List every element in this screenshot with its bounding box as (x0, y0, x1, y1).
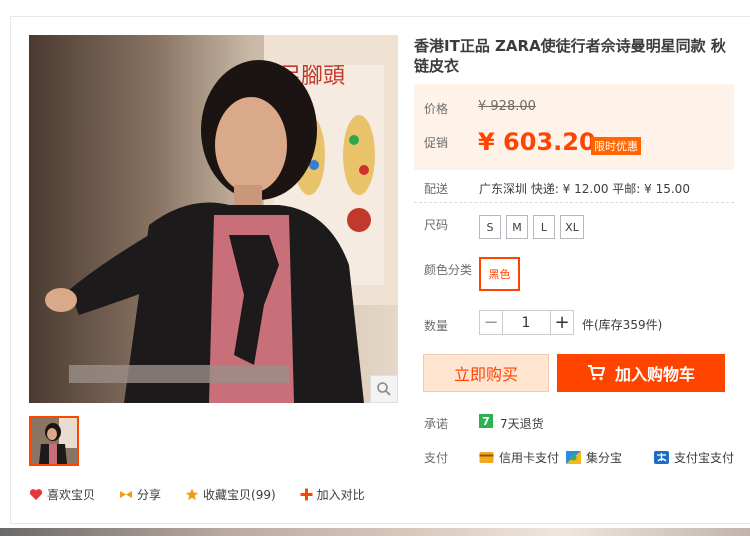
credit-card-icon (479, 452, 494, 463)
add-to-cart-button[interactable]: 加入购物车 (557, 354, 725, 392)
share-icon (120, 491, 133, 498)
shipping-info: 广东深圳 快递: ¥ 12.00 平邮: ¥ 15.00 (479, 182, 690, 196)
compare-label: 加入对比 (316, 488, 365, 502)
payment-jifenbao-label: 集分宝 (586, 451, 623, 465)
compare-button[interactable]: 加入对比 (300, 486, 365, 503)
color-label: 颜色分类 (424, 263, 473, 277)
like-label: 喜欢宝贝 (47, 488, 96, 502)
shipping-label: 配送 (424, 182, 449, 196)
color-option-selected[interactable]: 黑色 (479, 257, 520, 291)
zoom-button[interactable] (370, 375, 398, 403)
product-thumbnail[interactable] (29, 416, 79, 466)
payment-alipay-label: 支付宝支付 (674, 451, 735, 465)
promo-price: ¥ 603.20 (478, 128, 596, 156)
jifenbao-icon (566, 451, 581, 464)
share-button[interactable]: 分享 (119, 486, 161, 503)
magnifier-icon (377, 382, 391, 396)
price-box (414, 84, 734, 170)
promo-price-label: 促销 (424, 136, 449, 150)
size-option-s[interactable]: S (479, 215, 501, 239)
promise-text[interactable]: 7天退货 (500, 415, 544, 432)
alipay-icon (654, 451, 669, 464)
promo-tag: 限时优惠 (591, 137, 641, 155)
payment-jifenbao[interactable]: 集分宝 (566, 449, 622, 466)
size-option-l[interactable]: L (533, 215, 555, 239)
payment-credit-card-label: 信用卡支付 (499, 451, 560, 465)
like-button[interactable]: 喜欢宝贝 (29, 486, 95, 503)
quantity-increase-button[interactable]: + (550, 310, 574, 335)
payment-credit-card[interactable]: 信用卡支付 (479, 449, 559, 466)
size-option-xl[interactable]: XL (560, 215, 584, 239)
buy-now-button[interactable]: 立即购买 (423, 354, 549, 392)
original-price: ¥ 928.00 (478, 99, 536, 114)
page-bottom-strip (0, 528, 750, 536)
quantity-decrease-button[interactable]: − (479, 310, 503, 335)
social-bar: 喜欢宝贝 分享 收藏宝贝(99) 加入对比 (29, 486, 389, 503)
promise-label: 承诺 (424, 417, 449, 431)
quantity-label: 数量 (424, 319, 449, 333)
seven-day-return-icon: 7 (479, 414, 493, 428)
payment-alipay[interactable]: 支付宝支付 (654, 449, 734, 466)
heart-icon (29, 489, 43, 500)
size-label: 尺码 (424, 218, 449, 232)
original-price-label: 价格 (424, 102, 449, 116)
divider (414, 202, 734, 203)
quantity-input[interactable]: 1 (502, 310, 550, 335)
add-to-cart-label: 加入购物车 (614, 365, 695, 384)
favorite-button[interactable]: 收藏宝贝(99) (185, 486, 276, 503)
stock-info: 件(库存359件) (582, 318, 663, 332)
main-product-image[interactable]: 足腳頭 (29, 35, 398, 403)
favorite-label: 收藏宝贝(99) (203, 488, 276, 502)
plus-icon (300, 488, 313, 501)
star-icon (185, 488, 199, 501)
share-label: 分享 (137, 488, 162, 502)
payment-label: 支付 (424, 451, 449, 465)
product-title: 香港IT正品 ZARA使徒行者佘诗曼明星同款 秋链皮衣 (414, 37, 726, 75)
cart-icon (587, 365, 605, 381)
size-option-m[interactable]: M (506, 215, 528, 239)
